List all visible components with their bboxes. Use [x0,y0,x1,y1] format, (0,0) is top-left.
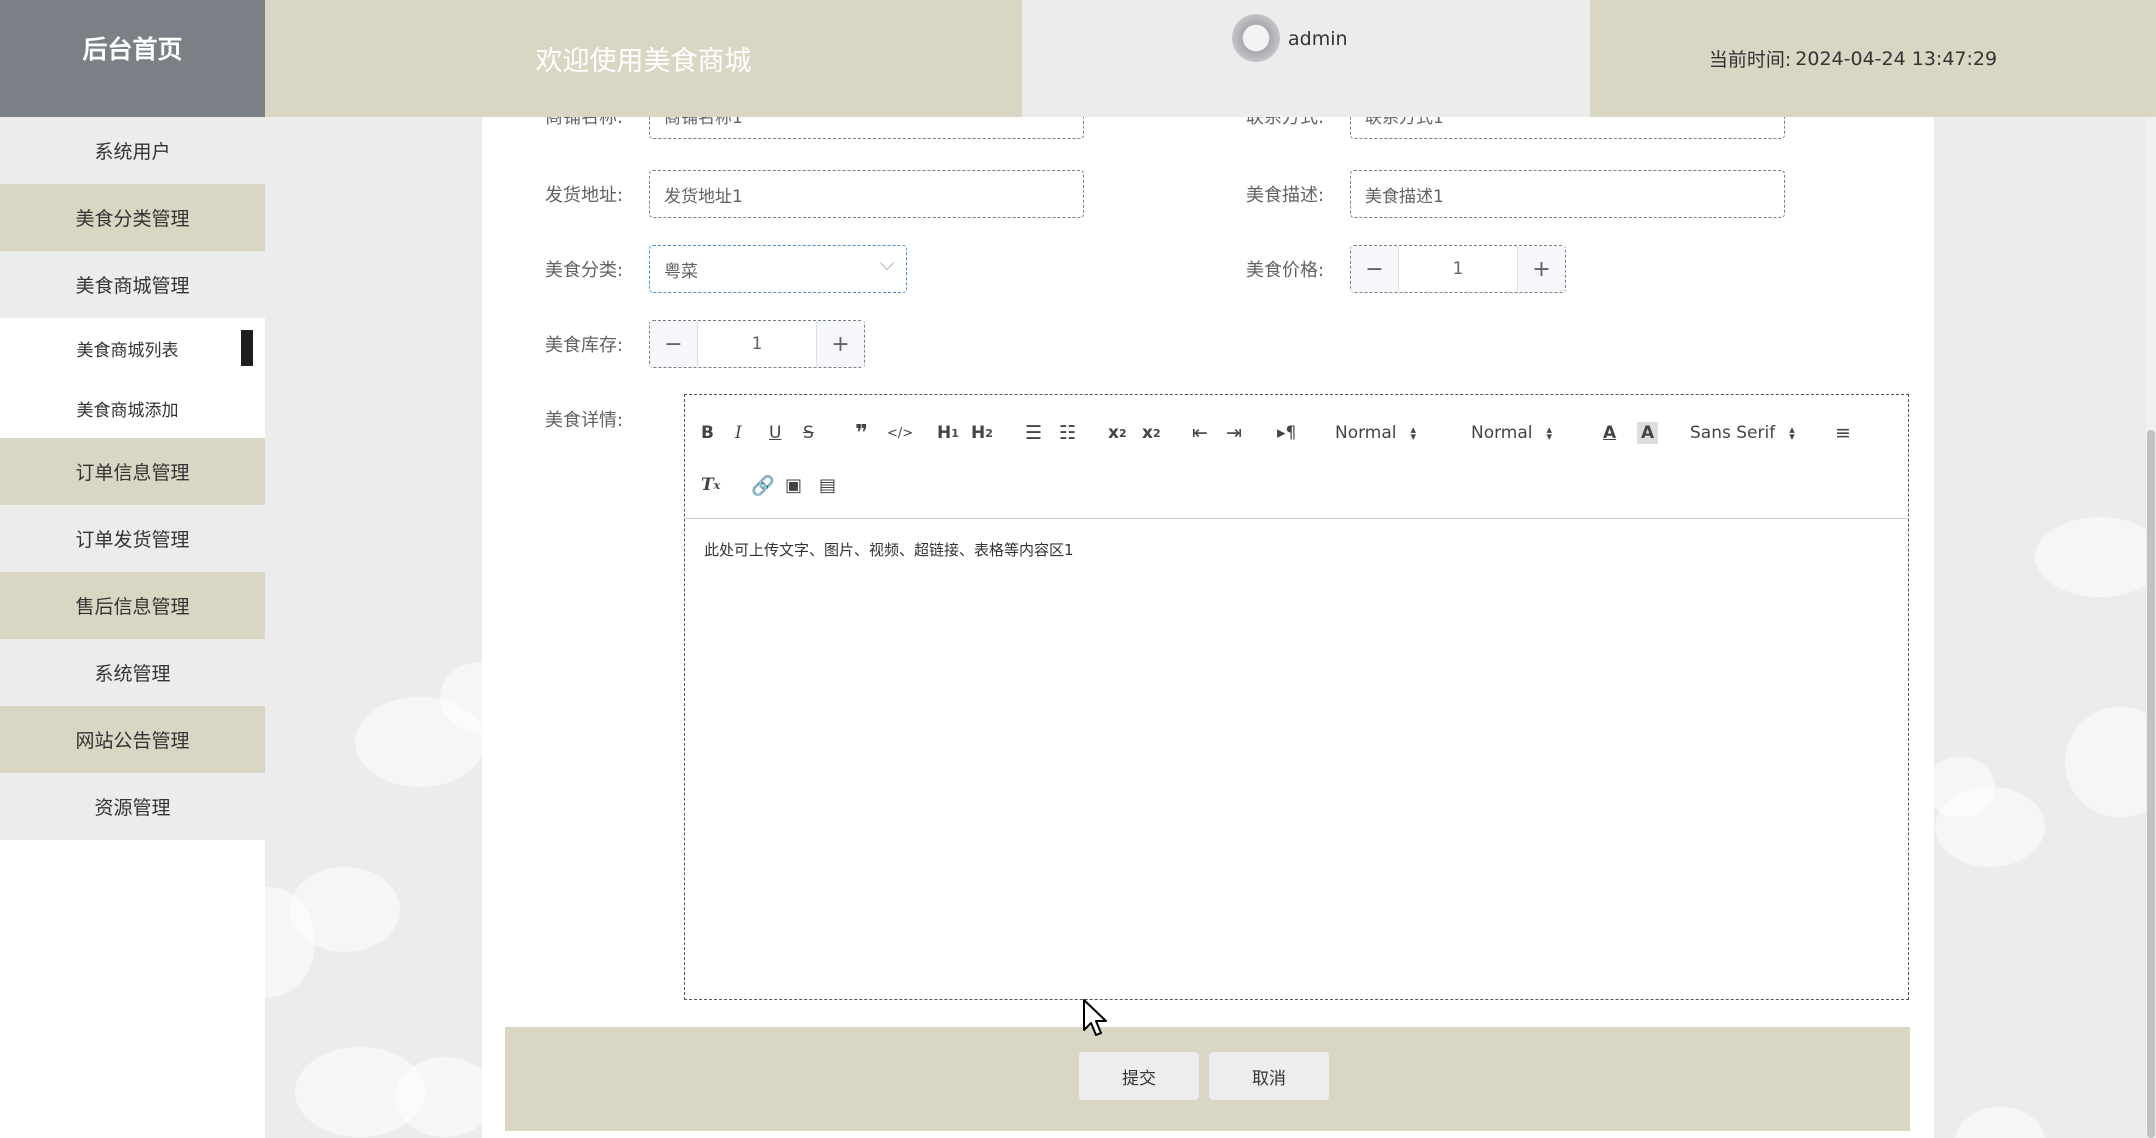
strike-icon[interactable]: S [803,418,814,448]
sidebar-item-order-shipping[interactable]: 订单发货管理 [0,505,265,572]
form-card: 商铺名称: 商铺名称1 联系方式: 联系方式1 发货地址: 发货地址1 美食描述… [482,117,1934,1138]
superscript-icon[interactable]: x2 [1142,418,1161,448]
price-value[interactable]: 1 [1399,246,1517,292]
sidebar-item-system-users[interactable]: 系统用户 [0,117,265,184]
align-icon[interactable]: ≡ [1835,418,1851,448]
user-area[interactable]: admin [1022,0,1590,117]
scrollbar-thumb[interactable] [2147,430,2155,1138]
form-actions: 提交 取消 [505,1027,1910,1131]
submit-button[interactable]: 提交 [1079,1052,1199,1100]
sidebar-item-site-notice[interactable]: 网站公告管理 [0,706,265,773]
sidebar-item-resources[interactable]: 资源管理 [0,773,265,840]
desc-input[interactable]: 美食描述1 [1350,170,1785,218]
select-arrows-icon: ▴ ▾ [1410,423,1417,443]
sidebar-subitem-food-mall-list[interactable]: 美食商城列表 [0,318,265,378]
plus-button[interactable]: + [1517,246,1565,292]
contact-label: 联系方式: [1246,117,1325,128]
image-icon[interactable]: ▣ [785,470,802,500]
sidebar-item-system-management[interactable]: 系统管理 [0,639,265,706]
detail-label: 美食详情: [545,410,624,431]
ordered-list-icon[interactable]: ☰ [1025,418,1042,448]
code-block-icon[interactable]: </> [887,418,913,448]
desc-label: 美食描述: [1246,185,1325,206]
size-select-value: Normal [1471,423,1533,443]
link-icon[interactable]: 🔗 [751,470,775,500]
mouse-cursor-icon [1083,999,1107,1036]
stock-stepper[interactable]: − 1 + [649,320,865,368]
header-select[interactable]: Normal ▴ ▾ [1335,418,1416,448]
cancel-button[interactable]: 取消 [1209,1052,1329,1100]
underline-icon[interactable]: U [769,418,781,448]
category-label: 美食分类: [545,260,624,281]
rich-text-editor[interactable]: B I U S ❞ </> H1 H2 ☰ ☷ x2 x2 ⇤ ⇥ ▸¶ Nor… [684,394,1909,1000]
minus-button[interactable]: − [650,321,698,367]
minus-button[interactable]: − [1351,246,1399,292]
user-name[interactable]: admin [1288,28,1348,50]
shop-name-input[interactable]: 商铺名称1 [649,117,1084,139]
sidebar-item-after-sales[interactable]: 售后信息管理 [0,572,265,639]
clear-format-icon[interactable]: Tx [701,470,720,500]
welcome-title: 欢迎使用美食商城 [265,0,1022,117]
sidebar-item-food-mall[interactable]: 美食商城管理 [0,251,265,318]
editor-content[interactable]: 此处可上传文字、图片、视频、超链接、表格等内容区1 [704,539,1074,560]
background-color-icon[interactable]: A [1637,422,1659,444]
font-select-value: Sans Serif [1690,423,1776,443]
home-link[interactable]: 后台首页 [0,0,265,117]
contact-input[interactable]: 联系方式1 [1350,117,1785,139]
current-time: 当前时间: 2024-04-24 13:47:29 [1590,0,2156,117]
shop-name-label: 商铺名称: [545,117,624,128]
sidebar: 系统用户 美食分类管理 美食商城管理 美食商城列表 美食商城添加 订单信息管理 … [0,117,265,1138]
address-input[interactable]: 发货地址1 [649,170,1084,218]
plus-button[interactable]: + [816,321,864,367]
time-value: 2024-04-24 13:47:29 [1795,47,1998,70]
sidebar-subitem-label: 美食商城列表 [76,340,179,361]
sidebar-item-order-info[interactable]: 订单信息管理 [0,438,265,505]
address-label: 发货地址: [545,185,624,206]
time-label: 当前时间: [1708,49,1792,71]
bold-icon[interactable]: B [701,418,714,448]
select-arrows-icon: ▴ ▾ [1789,423,1795,443]
indent-icon[interactable]: ⇥ [1226,418,1242,448]
header-select-value: Normal [1335,423,1397,443]
sidebar-subitem-label: 美食商城添加 [76,400,179,421]
italic-icon[interactable]: I [735,418,742,448]
size-select[interactable]: Normal ▴ ▾ [1471,418,1552,448]
bullet-list-icon[interactable]: ☷ [1059,418,1076,448]
avatar[interactable] [1232,14,1280,62]
font-select[interactable]: Sans Serif ▴ ▾ [1690,418,1795,448]
select-arrows-icon: ▴ ▾ [1546,423,1553,443]
editor-toolbar: B I U S ❞ </> H1 H2 ☰ ☷ x2 x2 ⇤ ⇥ ▸¶ Nor… [685,395,1908,519]
stock-value[interactable]: 1 [698,321,816,367]
active-indicator [241,330,253,366]
chevron-down-icon [879,255,895,271]
subscript-icon[interactable]: x2 [1108,418,1127,448]
sidebar-subitem-food-mall-add[interactable]: 美食商城添加 [0,378,265,438]
text-color-icon[interactable]: A [1603,418,1616,448]
price-stepper[interactable]: − 1 + [1350,245,1566,293]
price-label: 美食价格: [1246,260,1325,281]
sidebar-item-food-category[interactable]: 美食分类管理 [0,184,265,251]
category-select[interactable]: 粤菜 [649,245,907,293]
outdent-icon[interactable]: ⇤ [1192,418,1208,448]
text-direction-icon[interactable]: ▸¶ [1277,418,1296,448]
header-2-icon[interactable]: H2 [971,418,993,448]
stock-label: 美食库存: [545,335,624,356]
category-value: 粤菜 [664,261,698,282]
video-icon[interactable]: ▤ [819,470,836,500]
header-1-icon[interactable]: H1 [937,418,959,448]
blockquote-icon[interactable]: ❞ [855,418,868,448]
